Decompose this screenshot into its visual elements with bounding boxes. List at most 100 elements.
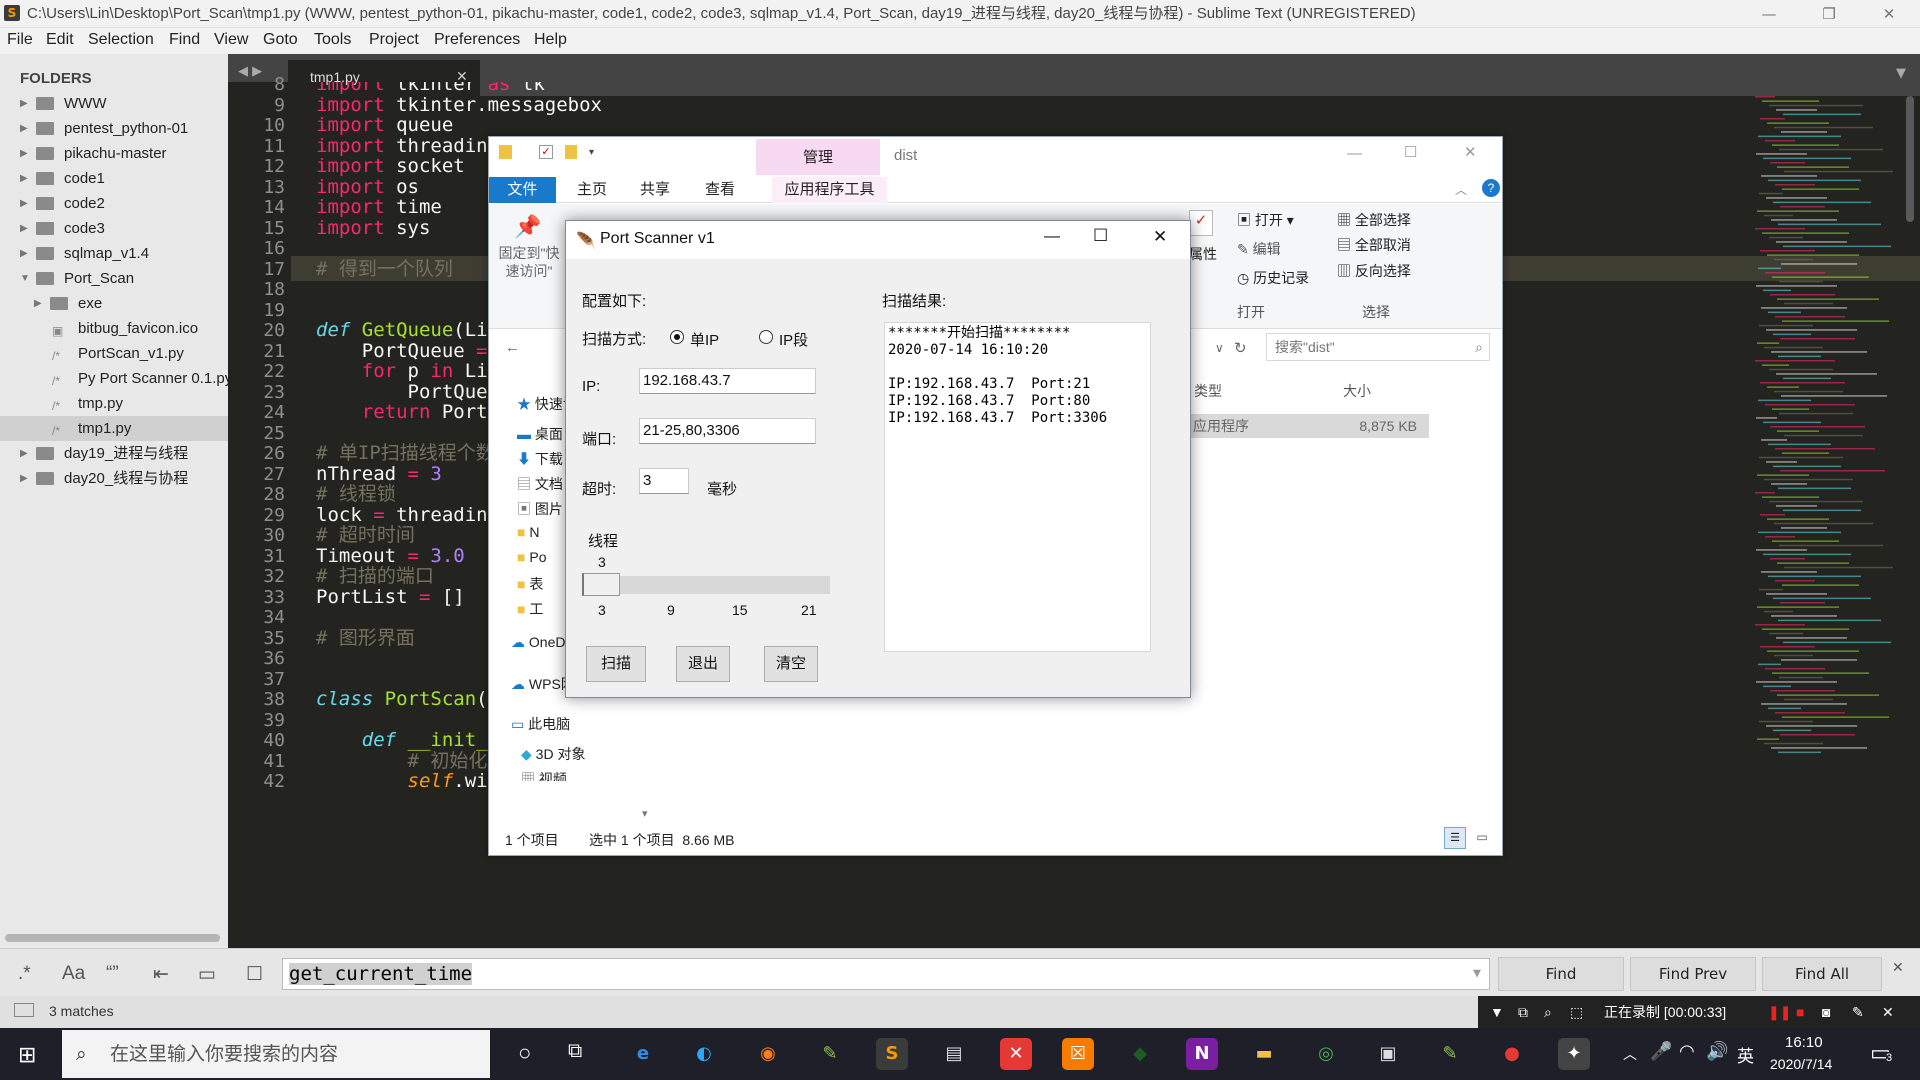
edit-button[interactable]: ✎ 编辑 (1237, 239, 1281, 259)
green-app-icon[interactable]: ◆ (1124, 1038, 1156, 1070)
collapse-ribbon-icon[interactable]: ︿ (1455, 181, 1467, 198)
whole-word-toggle-icon[interactable]: “” (106, 963, 119, 985)
sidebar-item-code1[interactable]: ▶ code1 (0, 166, 228, 191)
volume-icon[interactable]: 🔊 (1706, 1041, 1728, 1062)
xampp-icon[interactable]: ☒ (1062, 1038, 1094, 1070)
sidebar-item-py-port-scanner[interactable]: /* Py Port Scanner 0.1.py (0, 366, 232, 391)
pen-icon[interactable]: ✎ (1852, 996, 1864, 1028)
chevron-right-icon[interactable]: ▶ (20, 441, 28, 466)
tab-file[interactable]: 文件 (489, 177, 556, 203)
sidebar-item-exe[interactable]: ▶ exe (0, 291, 228, 316)
chevron-right-icon[interactable]: ▶ (20, 166, 28, 191)
column-size[interactable]: 大小 (1343, 381, 1371, 401)
column-type[interactable]: 类型 (1194, 381, 1222, 401)
sidebar-item-www[interactable]: ▶ WWW (0, 91, 228, 116)
maximize-button[interactable]: ☐ (1404, 143, 1417, 161)
pause-icon[interactable]: ❚❚ (1768, 996, 1791, 1028)
recorder-close-icon[interactable]: ✕ (1882, 996, 1894, 1028)
tab-view[interactable]: 查看 (705, 177, 735, 203)
nav-folder-po[interactable]: ■ Po (517, 549, 546, 565)
editor-scrollbar[interactable] (1906, 96, 1914, 222)
camera-icon[interactable]: ◙ (1822, 996, 1830, 1028)
sidebar-item-favicon[interactable]: ▣ bitbug_favicon.ico (0, 316, 228, 341)
case-toggle-icon[interactable]: Aa (62, 963, 85, 985)
scan-button[interactable]: 扫描 (586, 646, 646, 682)
maximize-button[interactable]: ☐ (1093, 226, 1108, 246)
sidebar-item-port-scan[interactable]: ▼ Port_Scan (0, 266, 228, 291)
microphone-icon[interactable]: 🎤 (1650, 1041, 1672, 1062)
input-language[interactable]: 英 (1737, 1042, 1754, 1067)
minimize-button[interactable]: — (1347, 145, 1362, 162)
menu-project[interactable]: Project (369, 31, 419, 49)
sidebar-scrollbar[interactable] (5, 934, 220, 942)
regex-toggle-icon[interactable]: .* (18, 963, 31, 985)
chevron-right-icon[interactable]: ▶ (20, 241, 28, 266)
close-button[interactable]: ✕ (1153, 227, 1167, 247)
file-row[interactable]: 应用程序 8,875 KB (1189, 414, 1429, 438)
select-none-button[interactable]: ▤ 全部取消 (1337, 235, 1411, 255)
nav-documents[interactable]: ▤ 文档 (517, 474, 563, 494)
feather-app-icon[interactable]: ✎ (1434, 1038, 1466, 1070)
port-input[interactable]: 21-25,80,3306 (639, 418, 816, 444)
nav-3d-objects[interactable]: ◆ 3D 对象 (521, 744, 585, 764)
menu-goto[interactable]: Goto (263, 31, 298, 49)
task-view-icon[interactable]: ⧉ (568, 1040, 582, 1063)
chevron-right-icon[interactable]: ▶ (20, 216, 28, 241)
tiles-view-icon[interactable]: ▭ (1471, 827, 1493, 849)
select-all-button[interactable]: ▦ 全部选择 (1337, 210, 1411, 230)
thread-slider-handle[interactable] (582, 573, 620, 596)
edge-icon[interactable]: e (627, 1038, 659, 1070)
menu-view[interactable]: View (214, 31, 248, 49)
close-button[interactable]: ✕ (1464, 143, 1477, 161)
sidebar-item-tmp[interactable]: /* tmp.py (0, 391, 228, 416)
exit-button[interactable]: 退出 (676, 646, 730, 682)
radio-ip-range[interactable] (759, 330, 773, 344)
taskbar-search-box[interactable]: ⌕ 在这里输入你要搜索的内容 (62, 1030, 490, 1078)
sidebar-item-code3[interactable]: ▶ code3 (0, 216, 228, 241)
record-icon[interactable]: ● (1496, 1038, 1528, 1070)
chevron-right-icon[interactable]: ▶ (20, 91, 28, 116)
properties-button[interactable]: 属性 (1189, 244, 1217, 264)
tab-dropdown-icon[interactable]: ▼ (1896, 66, 1906, 81)
find-close-icon[interactable]: ✕ (1892, 959, 1904, 976)
file-explorer-icon[interactable]: ▬ (1248, 1038, 1280, 1070)
chevron-right-icon[interactable]: ▶ (20, 141, 28, 166)
sidebar-item-pikachu[interactable]: ▶ pikachu-master (0, 141, 228, 166)
timeout-input[interactable]: 3 (639, 468, 689, 494)
properties-icon[interactable]: ✓ (1189, 210, 1213, 236)
minimize-button[interactable]: — (1044, 228, 1060, 246)
pin-quick-access-button[interactable]: 固定到"快速访问" (497, 244, 561, 280)
sidebar-item-pentest[interactable]: ▶ pentest_python-01 (0, 116, 228, 141)
clear-button[interactable]: 清空 (764, 646, 818, 682)
nav-folder-gong[interactable]: ■ 工 (517, 599, 543, 619)
menu-selection[interactable]: Selection (88, 31, 154, 49)
sublime-taskbar-icon[interactable]: S (876, 1038, 908, 1070)
sidebar-item-code2[interactable]: ▶ code2 (0, 191, 228, 216)
zoom-icon[interactable]: ⌕ (1544, 996, 1552, 1028)
sidebar-item-sqlmap[interactable]: ▶ sqlmap_v1.4 (0, 241, 228, 266)
ip-input[interactable]: 192.168.43.7 (639, 368, 816, 394)
help-icon[interactable]: ? (1482, 179, 1500, 197)
restore-button[interactable]: ❐ (1806, 0, 1852, 28)
wechat-icon[interactable]: ◎ (1310, 1038, 1342, 1070)
details-view-icon[interactable]: ☰ (1444, 827, 1466, 849)
menu-tools[interactable]: Tools (314, 31, 351, 49)
chevron-right-icon[interactable]: ▶ (20, 466, 28, 491)
close-button[interactable]: ✕ (1866, 0, 1912, 28)
highlight-toggle-icon[interactable]: ☐ (246, 963, 263, 986)
firefox-icon[interactable]: ◉ (752, 1038, 784, 1070)
minimap[interactable] (1755, 96, 1905, 776)
cortana-icon[interactable]: ○ (518, 1040, 531, 1066)
sidebar-item-portscan-v1[interactable]: /* PortScan_v1.py (0, 341, 228, 366)
find-all-button[interactable]: Find All (1762, 957, 1882, 991)
wrap-toggle-icon[interactable]: ⇤ (153, 963, 169, 986)
terminal-icon[interactable]: ▣ (1372, 1038, 1404, 1070)
panel-toggle-icon[interactable] (14, 1003, 34, 1017)
radio-single-ip[interactable] (670, 330, 684, 344)
nav-downloads[interactable]: ⬇ 下载 (517, 449, 563, 469)
context-tab-manage[interactable]: 管理 (756, 139, 880, 177)
nav-scroll-down-icon[interactable]: ▾ (642, 807, 648, 820)
recorder-menu-icon[interactable]: ▼ (1490, 996, 1504, 1028)
xmind-icon[interactable]: ✕ (1000, 1038, 1032, 1070)
menu-file[interactable]: File (7, 31, 33, 49)
